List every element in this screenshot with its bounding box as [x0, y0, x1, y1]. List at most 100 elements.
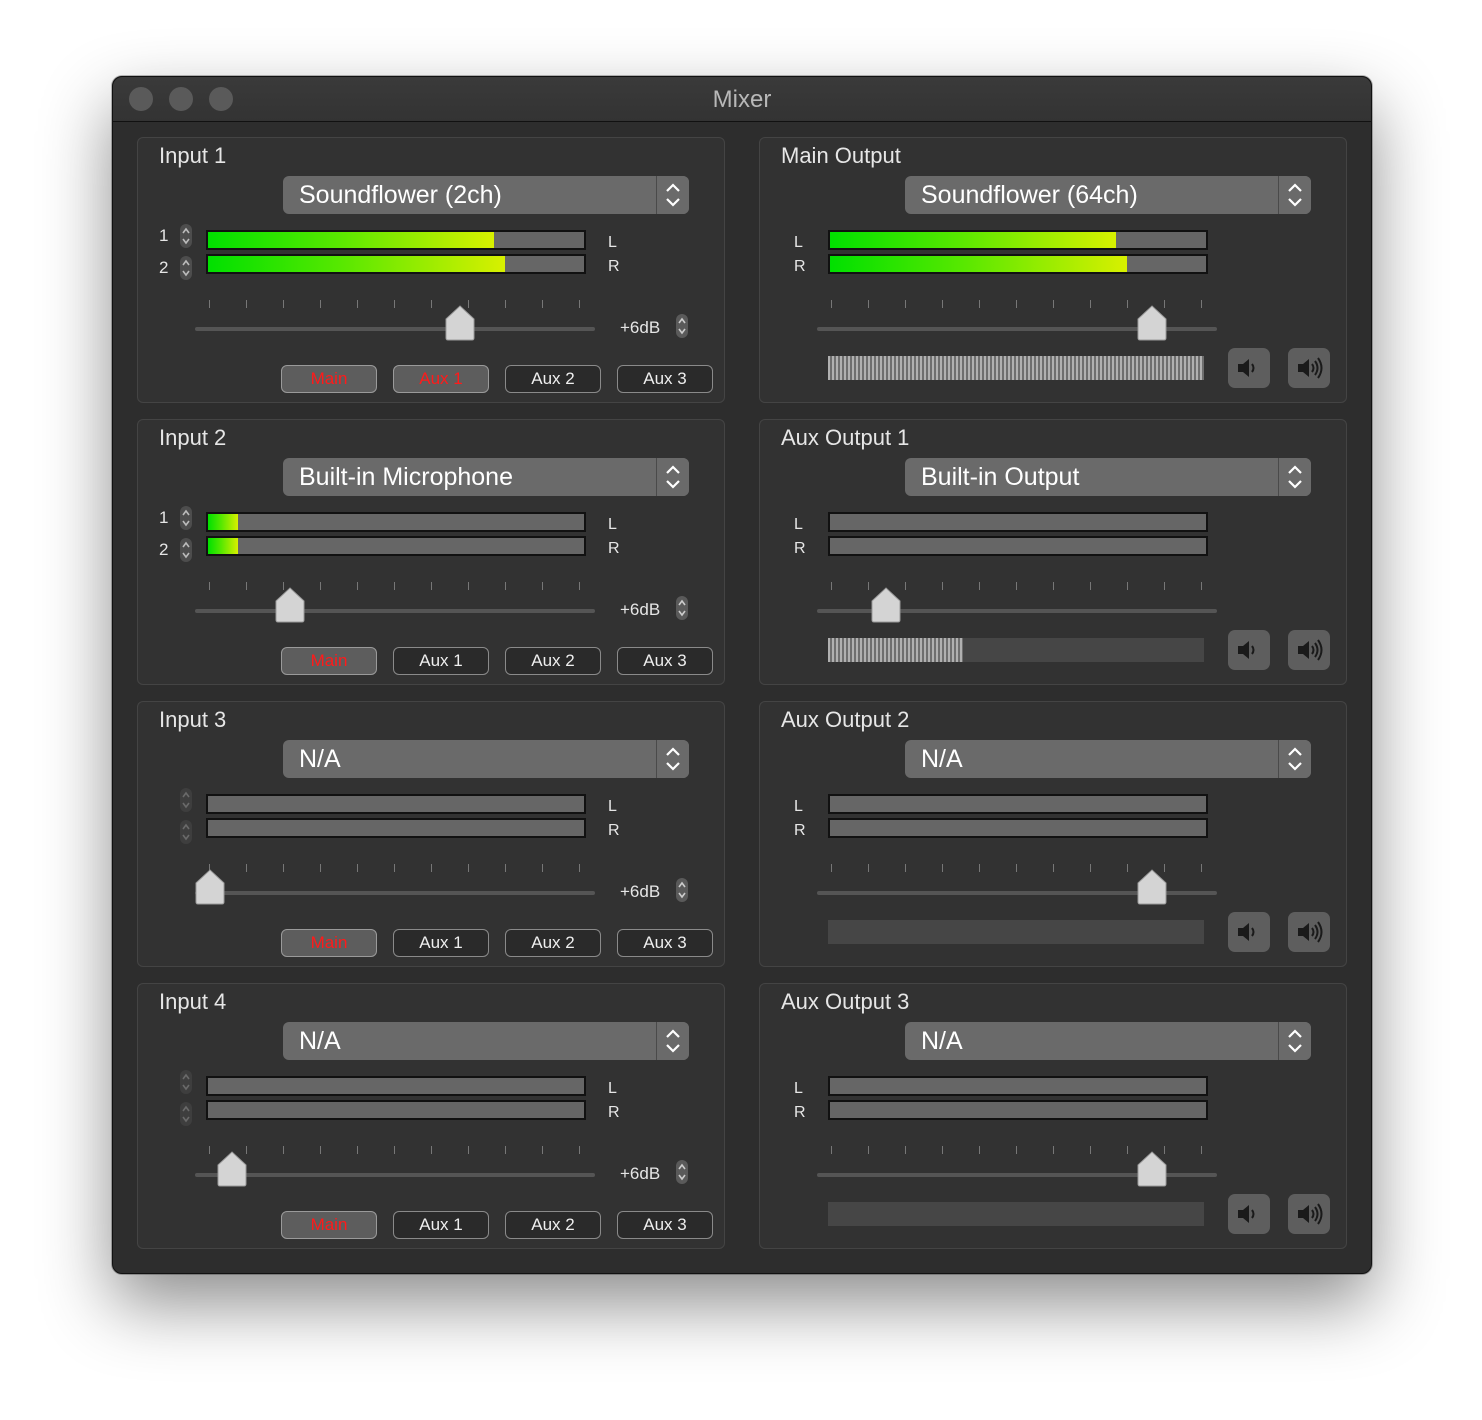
gain-slider-thumb[interactable]	[194, 869, 226, 905]
volume-bar[interactable]	[828, 920, 1204, 944]
right-channel-label: R	[608, 540, 620, 557]
meter-right	[828, 536, 1208, 556]
gain-slider-track[interactable]	[195, 891, 595, 895]
route-button-aux-2[interactable]: Aux 2	[505, 365, 601, 393]
device-select[interactable]: Built-in Output	[905, 458, 1311, 496]
output-panel: Aux Output 3 N/A L R	[759, 983, 1347, 1249]
panel-title: Aux Output 2	[781, 707, 910, 732]
device-select[interactable]: N/A	[283, 1022, 689, 1060]
slider-tick	[1090, 864, 1091, 872]
slider-tick	[1090, 300, 1091, 308]
chevron-updown-icon	[656, 1022, 689, 1060]
route-button-aux-2[interactable]: Aux 2	[505, 929, 601, 957]
output-panel: Main Output Soundflower (64ch) L R	[759, 137, 1347, 403]
route-button-aux-1[interactable]: Aux 1	[393, 1211, 489, 1239]
device-select[interactable]: N/A	[905, 1022, 1311, 1060]
speaker-quiet-icon[interactable]	[1228, 912, 1270, 952]
slider-tick	[1016, 582, 1017, 590]
slider-tick	[283, 864, 284, 872]
gain-slider-track[interactable]	[195, 1173, 595, 1177]
channel-stepper-icon[interactable]	[180, 538, 192, 562]
channel-stepper-icon[interactable]	[180, 1102, 192, 1126]
gain-stepper-icon[interactable]	[676, 314, 688, 338]
speaker-loud-icon[interactable]	[1288, 1194, 1330, 1234]
channel-stepper-icon[interactable]	[180, 820, 192, 844]
slider-tick	[1201, 300, 1202, 308]
panel-title: Input 2	[159, 425, 227, 450]
device-select[interactable]: Soundflower (2ch)	[283, 176, 689, 214]
slider-tick	[542, 582, 543, 590]
gain-stepper-icon[interactable]	[676, 596, 688, 620]
device-select[interactable]: Soundflower (64ch)	[905, 176, 1311, 214]
gain-stepper-icon[interactable]	[676, 1160, 688, 1184]
route-button-aux-2[interactable]: Aux 2	[505, 1211, 601, 1239]
route-button-main[interactable]: Main	[281, 1211, 377, 1239]
slider-tick	[505, 582, 506, 590]
device-value: N/A	[921, 745, 963, 773]
speaker-quiet-icon[interactable]	[1228, 1194, 1270, 1234]
route-button-aux-3[interactable]: Aux 3	[617, 647, 713, 675]
chevron-updown-icon	[1278, 740, 1311, 778]
speaker-quiet-icon[interactable]	[1228, 630, 1270, 670]
route-button-main[interactable]: Main	[281, 365, 377, 393]
device-select[interactable]: N/A	[283, 740, 689, 778]
gain-slider-thumb[interactable]	[870, 587, 902, 623]
route-button-main[interactable]: Main	[281, 929, 377, 957]
gain-slider-thumb[interactable]	[274, 587, 306, 623]
slider-tick	[357, 864, 358, 872]
channel-stepper-icon[interactable]	[180, 506, 192, 530]
route-button-aux-3[interactable]: Aux 3	[617, 929, 713, 957]
meter-right	[828, 818, 1208, 838]
slider-tick	[1053, 582, 1054, 590]
slider-tick	[979, 582, 980, 590]
gain-slider-thumb[interactable]	[444, 305, 476, 341]
slider-tick	[1127, 864, 1128, 872]
channel-stepper-icon[interactable]	[180, 788, 192, 812]
channel-stepper-icon[interactable]	[180, 256, 192, 280]
panel-title: Input 4	[159, 989, 227, 1014]
route-button-aux-3[interactable]: Aux 3	[617, 365, 713, 393]
slider-tick	[357, 1146, 358, 1154]
meter-left	[206, 230, 586, 250]
channel-stepper-icon[interactable]	[180, 1070, 192, 1094]
left-channel-label: L	[608, 516, 617, 533]
route-button-aux-3[interactable]: Aux 3	[617, 1211, 713, 1239]
gain-slider-track[interactable]	[195, 327, 595, 331]
channel-stepper-icon[interactable]	[180, 224, 192, 248]
device-value: N/A	[921, 1027, 963, 1055]
device-value: Soundflower (2ch)	[299, 181, 502, 209]
slider-tick	[394, 1146, 395, 1154]
volume-bar[interactable]	[828, 1202, 1204, 1226]
device-select[interactable]: N/A	[905, 740, 1311, 778]
volume-bar[interactable]	[828, 356, 1204, 380]
chevron-updown-icon	[1278, 176, 1311, 214]
gain-slider-thumb[interactable]	[216, 1151, 248, 1187]
route-button-main[interactable]: Main	[281, 647, 377, 675]
meter-fill	[208, 232, 494, 248]
device-select[interactable]: Built-in Microphone	[283, 458, 689, 496]
speaker-quiet-icon[interactable]	[1228, 348, 1270, 388]
slider-tick	[905, 1146, 906, 1154]
volume-bar[interactable]	[828, 638, 1204, 662]
route-button-aux-1[interactable]: Aux 1	[393, 647, 489, 675]
speaker-loud-icon[interactable]	[1288, 348, 1330, 388]
slider-tick	[357, 300, 358, 308]
left-channel-label: L	[794, 798, 803, 815]
slider-tick	[831, 582, 832, 590]
slider-tick	[979, 864, 980, 872]
speaker-loud-icon[interactable]	[1288, 912, 1330, 952]
speaker-loud-icon[interactable]	[1288, 630, 1330, 670]
gain-slider-thumb[interactable]	[1136, 1151, 1168, 1187]
route-button-aux-1[interactable]: Aux 1	[393, 365, 489, 393]
slider-tick	[979, 1146, 980, 1154]
left-channel-label: L	[794, 516, 803, 533]
route-button-aux-1[interactable]: Aux 1	[393, 929, 489, 957]
gain-stepper-icon[interactable]	[676, 878, 688, 902]
meter-left	[206, 1076, 586, 1096]
route-button-aux-2[interactable]: Aux 2	[505, 647, 601, 675]
gain-slider-track[interactable]	[195, 609, 595, 613]
gain-slider-thumb[interactable]	[1136, 305, 1168, 341]
gain-slider-thumb[interactable]	[1136, 869, 1168, 905]
slider-tick	[431, 582, 432, 590]
meter-right	[828, 254, 1208, 274]
